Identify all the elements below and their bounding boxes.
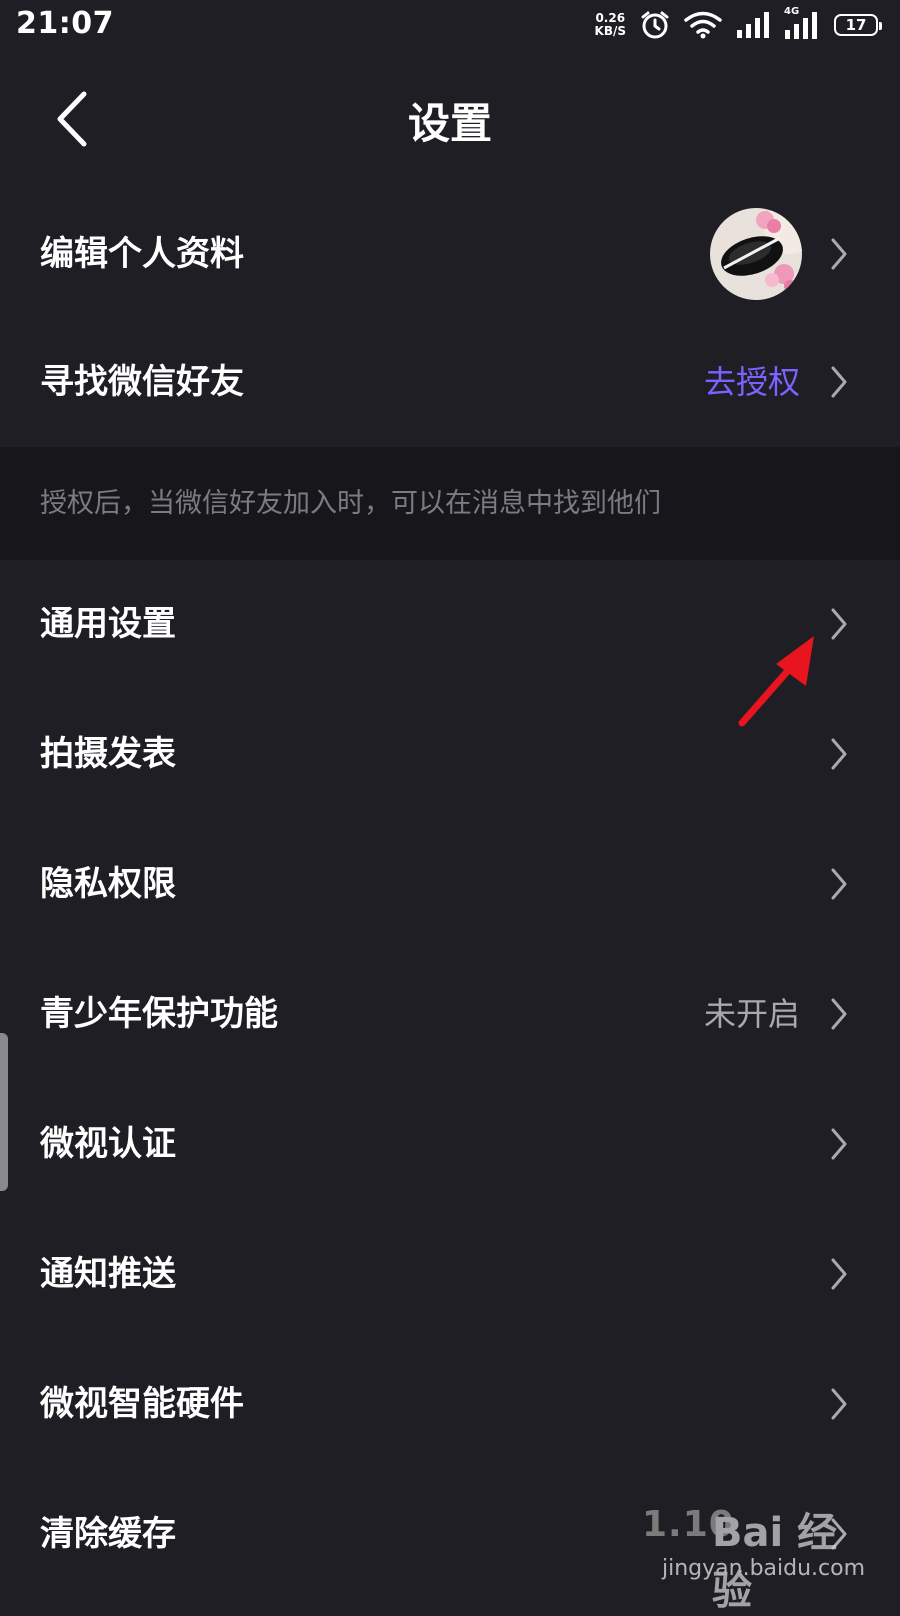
youth-protection-status: 未开启 — [703, 995, 800, 1033]
find-wechat-friends-label: 寻找微信好友 — [40, 362, 244, 402]
annotation-arrow-icon — [738, 636, 814, 727]
chevron-right-icon — [831, 1388, 847, 1420]
signal-4g-icon: 4G — [784, 6, 820, 40]
certification-row[interactable]: 微视认证 — [0, 1080, 900, 1208]
hint-band: 授权后，当微信好友加入时，可以在消息中找到他们 — [0, 447, 900, 560]
chevron-right-icon — [831, 1128, 847, 1160]
chevron-right-icon — [831, 238, 847, 270]
battery-icon: 17 — [834, 14, 882, 36]
chevron-right-icon — [831, 608, 847, 640]
nav-bar: 设置 — [0, 60, 900, 180]
privacy-row[interactable]: 隐私权限 — [0, 820, 900, 948]
certification-label: 微视认证 — [40, 1124, 176, 1164]
chevron-right-icon — [831, 1258, 847, 1290]
general-settings-label: 通用设置 — [40, 604, 176, 644]
network-speed: 0.26 KB/S — [594, 11, 626, 38]
chevron-right-icon — [831, 366, 847, 398]
authorize-link[interactable]: 去授权 — [704, 318, 800, 446]
chevron-right-icon — [831, 868, 847, 900]
watermark-url: jingyan.baidu.com — [662, 1556, 866, 1581]
privacy-label: 隐私权限 — [40, 864, 176, 904]
chevron-right-icon — [831, 738, 847, 770]
signal-icon — [737, 12, 769, 38]
youth-protection-row[interactable]: 青少年保护功能 未开启 — [0, 950, 900, 1078]
smart-hardware-label: 微视智能硬件 — [40, 1384, 244, 1424]
page-title: 设置 — [407, 99, 492, 148]
edge-drag-handle[interactable] — [0, 1033, 8, 1191]
chevron-right-icon — [831, 998, 847, 1030]
notifications-label: 通知推送 — [40, 1254, 176, 1294]
smart-hardware-row[interactable]: 微视智能硬件 — [0, 1340, 900, 1468]
notifications-row[interactable]: 通知推送 — [0, 1210, 900, 1338]
edit-profile-label: 编辑个人资料 — [40, 234, 244, 274]
baidu-watermark: 1.10 Bai 经验 jingyan.baidu.com — [642, 1500, 865, 1614]
wifi-icon — [684, 11, 722, 39]
clear-cache-label: 清除缓存 — [40, 1514, 176, 1554]
avatar[interactable] — [710, 208, 802, 300]
alarm-icon — [641, 11, 669, 39]
shoot-publish-label: 拍摄发表 — [40, 734, 176, 774]
hint-text: 授权后，当微信好友加入时，可以在消息中找到他们 — [40, 488, 661, 519]
edit-profile-row[interactable]: 编辑个人资料 — [0, 190, 900, 318]
find-wechat-friends-row[interactable]: 寻找微信好友 去授权 — [0, 318, 900, 446]
status-icons: 0.26 KB/S 4G 17 — [594, 6, 882, 42]
status-bar: 21:07 0.26 KB/S 4G 17 — [0, 0, 900, 52]
youth-protection-label: 青少年保护功能 — [40, 994, 278, 1034]
status-time: 21:07 — [16, 6, 114, 41]
